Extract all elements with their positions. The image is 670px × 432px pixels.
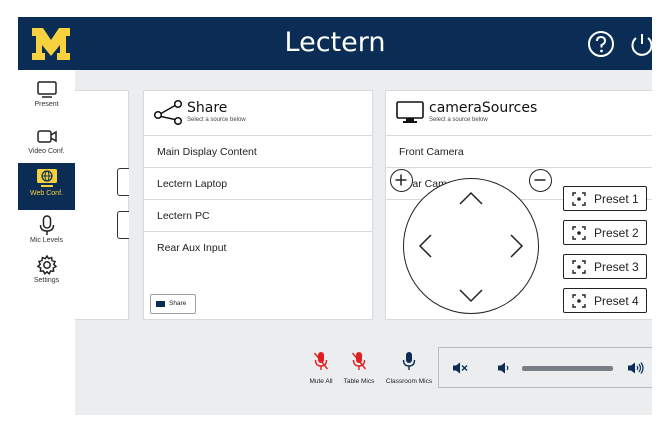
classroom-mics-button[interactable]: Classroom Mics — [383, 351, 435, 385]
volume-up-icon[interactable] — [627, 361, 645, 375]
table-mics-button[interactable]: Table Mics — [340, 351, 378, 385]
preset-label: Preset 1 — [594, 192, 639, 206]
mic-muted-icon — [313, 352, 329, 370]
camera-panel: cameraSources Select a source below Fron… — [385, 90, 652, 320]
app-frame: Lectern Present Video Conf. Web Conf. Mi… — [18, 17, 652, 415]
share-source-list: Main Display Content Lectern Laptop Lect… — [144, 136, 372, 259]
gear-icon — [36, 254, 57, 276]
monitor-icon — [396, 101, 424, 123]
mic-label: Classroom Mics — [385, 378, 433, 385]
focus-target-icon — [572, 226, 586, 240]
share-subtitle: Select a source below — [187, 117, 246, 123]
sidebar-item-label: Settings — [33, 277, 60, 284]
help-icon[interactable] — [586, 29, 616, 59]
collapsed-panel — [75, 90, 129, 320]
minus-icon — [534, 179, 546, 181]
camera-pan-tilt-pad — [403, 178, 539, 314]
sidebar-item-label: Mic Levels — [29, 237, 64, 244]
page-title: Lectern — [284, 27, 386, 58]
microphone-icon — [39, 215, 54, 235]
tilt-up-button[interactable] — [458, 189, 484, 207]
web-conference-icon — [36, 169, 57, 187]
sidebar-item-web-conf[interactable]: Web Conf. — [18, 163, 75, 210]
microphone-icon — [402, 352, 416, 370]
video-camera-icon — [36, 130, 57, 143]
volume-down-icon[interactable] — [497, 361, 511, 375]
share-button-label: Share — [169, 300, 187, 307]
share-source-item[interactable]: Lectern Laptop — [144, 168, 372, 200]
preset-label: Preset 4 — [594, 294, 639, 308]
sidebar: Present Video Conf. Web Conf. Mic Levels… — [18, 70, 75, 415]
preset-label: Preset 2 — [594, 226, 639, 240]
camera-title: cameraSources — [429, 100, 538, 116]
plus-icon — [395, 174, 407, 186]
panel-button-stub[interactable] — [117, 168, 129, 196]
preset-1-button[interactable]: Preset 1 — [563, 186, 647, 211]
mic-label: Table Mics — [343, 378, 375, 385]
focus-target-icon — [572, 260, 586, 274]
monitor-icon — [36, 81, 57, 98]
share-icon — [153, 99, 183, 125]
mute-all-button[interactable]: Mute All — [304, 351, 338, 385]
share-panel: Share Select a source below Main Display… — [143, 90, 373, 320]
top-header: Lectern — [18, 17, 652, 70]
volume-mute-icon[interactable] — [452, 361, 468, 375]
sidebar-item-present[interactable]: Present — [18, 76, 75, 126]
main-content: Present Video Conf. Web Conf. Mic Levels… — [18, 70, 652, 415]
focus-target-icon — [572, 294, 586, 308]
sidebar-item-label: Video Conf. — [28, 148, 65, 155]
tilt-down-button[interactable] — [458, 287, 484, 305]
share-button[interactable]: Share — [150, 294, 196, 314]
camera-panel-header: cameraSources Select a source below — [386, 91, 652, 136]
preset-2-button[interactable]: Preset 2 — [563, 220, 647, 245]
camera-source-item[interactable]: Front Camera — [386, 136, 652, 168]
share-source-item[interactable]: Lectern PC — [144, 200, 372, 232]
volume-control — [438, 347, 652, 388]
zoom-out-button[interactable] — [529, 169, 552, 192]
focus-target-icon — [572, 192, 586, 206]
share-panel-header: Share Select a source below — [144, 91, 372, 136]
pan-left-button[interactable] — [416, 233, 434, 259]
share-source-item[interactable]: Rear Aux Input — [144, 232, 372, 259]
preset-3-button[interactable]: Preset 3 — [563, 254, 647, 279]
panel-button-stub[interactable] — [117, 211, 129, 239]
mic-label: Mute All — [309, 378, 333, 385]
power-icon[interactable] — [627, 29, 652, 59]
mic-muted-icon — [351, 352, 367, 370]
screen-share-icon — [156, 301, 165, 307]
sidebar-item-settings[interactable]: Settings — [18, 250, 75, 300]
preset-label: Preset 3 — [594, 260, 639, 274]
camera-subtitle: Select a source below — [429, 117, 488, 123]
share-title: Share — [187, 100, 228, 116]
volume-slider[interactable] — [522, 366, 613, 371]
pan-right-button[interactable] — [508, 233, 526, 259]
sidebar-item-label: Web Conf. — [30, 190, 63, 197]
zoom-in-button[interactable] — [390, 169, 413, 192]
preset-4-button[interactable]: Preset 4 — [563, 288, 647, 313]
share-source-item[interactable]: Main Display Content — [144, 136, 372, 168]
sidebar-item-label: Present — [34, 101, 59, 108]
